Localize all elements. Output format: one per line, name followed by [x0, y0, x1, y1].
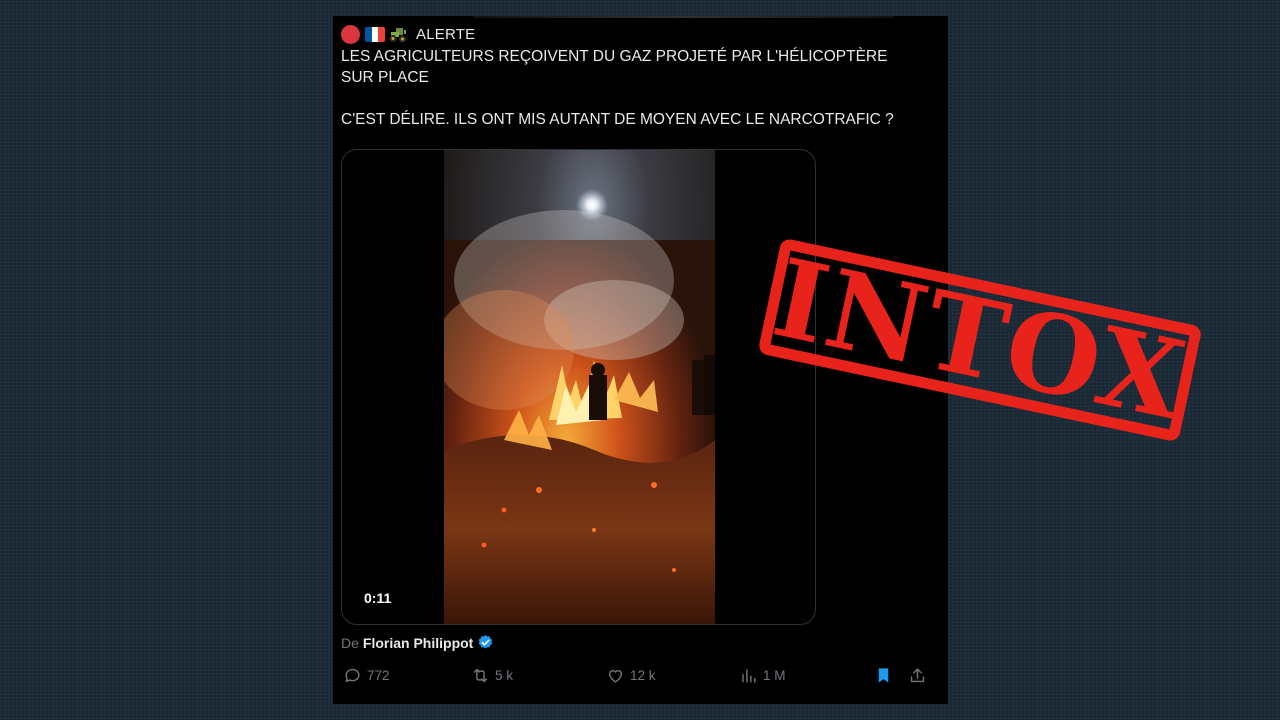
video-player[interactable]: 0:11	[341, 149, 816, 625]
french-flag-icon	[365, 27, 385, 42]
reply-icon	[345, 668, 360, 683]
tractor-icon	[389, 28, 406, 43]
like-icon	[608, 670, 623, 683]
repost-count: 5 k	[495, 668, 514, 683]
action-bar: 772 5 k 12 k 1 M	[341, 666, 941, 690]
top-divider	[473, 16, 893, 18]
share-icon	[910, 668, 925, 683]
red-circle-icon	[341, 25, 360, 44]
views-icon	[742, 669, 756, 683]
bookmark-icon	[878, 668, 889, 683]
byline-prefix: De	[341, 634, 359, 651]
alert-line: ALERTE	[341, 25, 475, 44]
repost-button[interactable]: 5 k	[471, 666, 513, 685]
verified-badge-icon	[479, 635, 493, 649]
views-count: 1 M	[763, 668, 786, 683]
bookmark-button[interactable]	[874, 666, 893, 685]
post-text-line-3: C'EST DÉLIRE. ILS ONT MIS AUTANT DE MOYE…	[341, 111, 894, 128]
post-text-line-1: LES AGRICULTEURS REÇOIVENT DU GAZ PROJET…	[341, 48, 888, 65]
video-frame	[444, 150, 715, 624]
reply-button[interactable]: 772	[343, 666, 390, 685]
post-text: LES AGRICULTEURS REÇOIVENT DU GAZ PROJET…	[341, 46, 941, 130]
reply-count: 772	[367, 668, 390, 683]
like-button[interactable]: 12 k	[606, 666, 656, 685]
views-button[interactable]: 1 M	[739, 666, 786, 685]
share-button[interactable]	[908, 666, 927, 685]
alert-label: ALERTE	[416, 26, 476, 43]
author-name-link[interactable]: Florian Philippot	[363, 635, 473, 651]
like-count: 12 k	[630, 668, 656, 683]
post-text-line-2: SUR PLACE	[341, 69, 429, 86]
byline: De Florian Philippot	[341, 634, 494, 651]
repost-icon	[473, 668, 488, 683]
video-duration: 0:11	[364, 590, 392, 606]
